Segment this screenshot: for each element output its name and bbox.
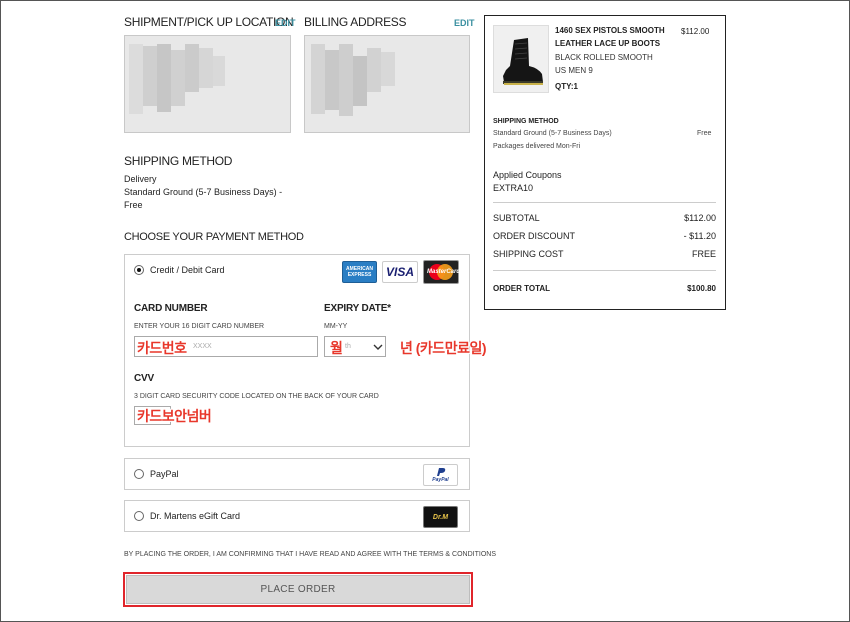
cvv-annotation: 카드보안넘버 — [137, 408, 212, 424]
shipping-method-type: Delivery — [124, 174, 157, 184]
summary-divider-1 — [493, 202, 716, 203]
terms-text: BY PLACING THE ORDER, I AM CONFIRMING TH… — [124, 551, 496, 558]
credit-card-radio[interactable] — [134, 265, 144, 275]
credit-card-label[interactable]: Credit / Debit Card — [150, 265, 225, 275]
coupons-title: Applied Coupons — [493, 170, 562, 180]
coupon-code: EXTRA10 — [493, 183, 534, 193]
discount-label: ORDER DISCOUNT — [493, 231, 576, 241]
product-price: $112.00 — [681, 27, 710, 36]
summary-shipping-title: SHIPPING METHOD — [493, 118, 559, 125]
product-name-line2: LEATHER LACE UP BOOTS — [555, 39, 661, 48]
drmartens-giftcard-logo: Dr.M — [423, 506, 458, 528]
paypal-p-icon — [436, 468, 445, 476]
boot-icon — [503, 38, 543, 85]
shipping-method-price: Free — [124, 200, 143, 210]
shipping-cost-value: FREE — [691, 249, 716, 259]
summary-shipping-method: Standard Ground (5-7 Business Days) — [493, 130, 612, 137]
expiry-year-annotation: 년 (카드만료일) — [400, 340, 487, 356]
shipping-method-title: SHIPPING METHOD — [124, 154, 233, 168]
giftcard-label[interactable]: Dr. Martens eGift Card — [150, 511, 240, 521]
billing-address-box — [304, 35, 470, 133]
paypal-radio[interactable] — [134, 469, 144, 479]
billing-title: BILLING ADDRESS — [304, 15, 407, 29]
mastercard-logo: MasterCard — [423, 260, 460, 284]
summary-shipping-note: Packages delivered Mon-Fri — [493, 143, 581, 150]
card-number-label: CARD NUMBER — [134, 303, 208, 314]
product-qty: QTY:1 — [555, 82, 578, 91]
cvv-hint: 3 DIGIT CARD SECURITY CODE LOCATED ON TH… — [134, 393, 379, 400]
summary-shipping-price: Free — [697, 130, 712, 137]
paypal-logo: PayPal — [423, 464, 458, 486]
shipping-method-detail: Standard Ground (5-7 Business Days) - — [124, 187, 283, 197]
cvv-label: CVV — [134, 373, 154, 384]
subtotal-value: $112.00 — [684, 213, 716, 223]
shipment-title: SHIPMENT/PICK UP LOCATION — [124, 15, 294, 29]
total-value: $100.80 — [687, 284, 716, 293]
card-number-annotation: 카드번호 — [137, 340, 187, 356]
giftcard-radio[interactable] — [134, 511, 144, 521]
expiry-label: EXPIRY DATE* — [324, 303, 391, 314]
product-image — [493, 25, 549, 93]
terms-link[interactable]: TERMS & CONDITIONS — [419, 551, 496, 558]
paypal-label[interactable]: PayPal — [150, 469, 179, 479]
summary-divider-2 — [493, 270, 716, 271]
place-order-button[interactable]: PLACE ORDER — [126, 575, 470, 604]
expiry-hint: MM-YY — [324, 323, 348, 330]
card-number-hint: ENTER YOUR 16 DIGIT CARD NUMBER — [134, 323, 265, 330]
visa-logo: VISA — [382, 261, 418, 283]
subtotal-label: SUBTOTAL — [493, 213, 540, 223]
billing-edit-link[interactable]: EDIT — [454, 18, 475, 28]
payment-title: CHOOSE YOUR PAYMENT METHOD — [124, 231, 304, 243]
expiry-month-annotation: 월 — [330, 340, 343, 356]
product-name-line1: 1460 SEX PISTOLS SMOOTH — [555, 26, 665, 35]
shipment-edit-link[interactable]: EDIT — [275, 18, 296, 28]
shipping-cost-label: SHIPPING COST — [493, 249, 564, 259]
shipment-address-box — [124, 35, 291, 133]
chevron-down-icon — [373, 344, 383, 350]
product-color: BLACK ROLLED SMOOTH — [555, 53, 653, 62]
amex-logo: AMERICAN EXPRESS — [342, 261, 377, 283]
discount-value: - $11.20 — [683, 231, 716, 241]
total-label: ORDER TOTAL — [493, 284, 551, 293]
product-size: US MEN 9 — [555, 66, 593, 75]
